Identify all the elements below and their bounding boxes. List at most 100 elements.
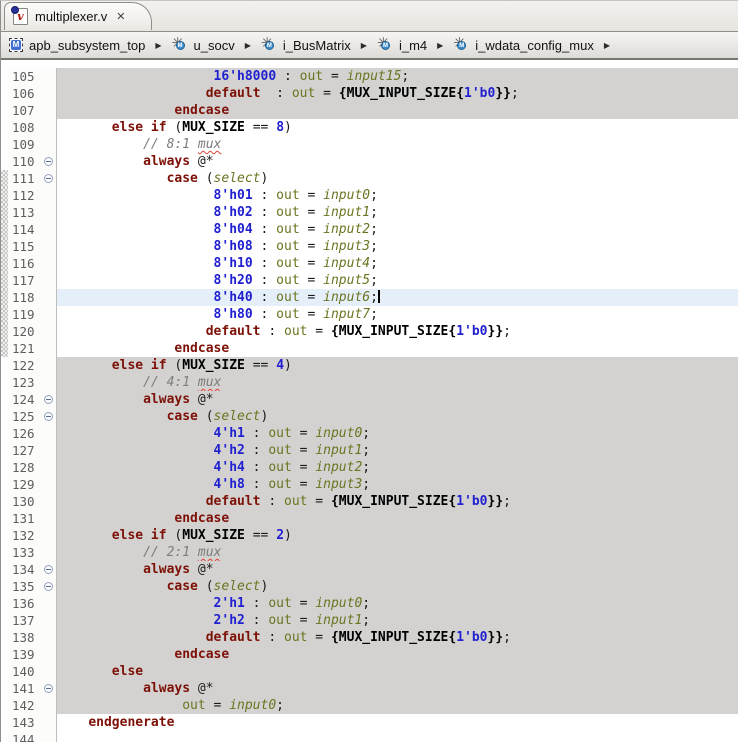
breadcrumb-arrow-icon[interactable]: ▶ [361, 41, 367, 50]
line-number[interactable]: 122 [8, 357, 44, 374]
code-line[interactable]: 112 8'h01 : out = input0; [1, 187, 738, 204]
line-number[interactable]: 121 [8, 340, 44, 357]
code-line[interactable]: 132 else if (MUX_SIZE == 2) [1, 527, 738, 544]
line-number[interactable]: 129 [8, 476, 44, 493]
line-number[interactable]: 109 [8, 136, 44, 153]
code-line[interactable]: 111 case (select) [1, 170, 738, 187]
code-line[interactable]: 106 default : out = {MUX_INPUT_SIZE{1'b0… [1, 85, 738, 102]
code-line[interactable]: 114 8'h04 : out = input2; [1, 221, 738, 238]
breadcrumb-arrow-icon[interactable]: ▶ [245, 41, 251, 50]
line-number[interactable]: 140 [8, 663, 44, 680]
code-line[interactable]: 130 default : out = {MUX_INPUT_SIZE{1'b0… [1, 493, 738, 510]
line-number[interactable]: 137 [8, 612, 44, 629]
breadcrumb-arrow-icon[interactable]: ▶ [604, 41, 610, 50]
code-line[interactable]: 117 8'h20 : out = input5; [1, 272, 738, 289]
line-number[interactable]: 106 [8, 85, 44, 102]
fold-collapse-icon[interactable] [44, 684, 53, 693]
code-line[interactable]: 113 8'h02 : out = input1; [1, 204, 738, 221]
code-line[interactable]: 110 always @* [1, 153, 738, 170]
line-number[interactable]: 111 [8, 170, 44, 187]
fold-collapse-icon[interactable] [44, 582, 53, 591]
code-line[interactable]: 143 endgenerate [1, 714, 738, 731]
code-line[interactable]: 129 4'h8 : out = input3; [1, 476, 738, 493]
code-line[interactable]: 120 default : out = {MUX_INPUT_SIZE{1'b0… [1, 323, 738, 340]
line-number[interactable]: 143 [8, 714, 44, 731]
line-number[interactable]: 135 [8, 578, 44, 595]
code-line[interactable]: 140 else [1, 663, 738, 680]
code-line[interactable]: 126 4'h1 : out = input0; [1, 425, 738, 442]
line-number[interactable]: 127 [8, 442, 44, 459]
line-number[interactable]: 132 [8, 527, 44, 544]
breadcrumb-item-i_wdata_config_mux[interactable]: ✳M i_wdata_config_mux [453, 36, 594, 53]
code-line[interactable]: 118 8'h40 : out = input6; [1, 289, 738, 306]
fold-collapse-icon[interactable] [44, 565, 53, 574]
breadcrumb-arrow-icon[interactable]: ▶ [437, 41, 443, 50]
code-line[interactable]: 134 always @* [1, 561, 738, 578]
code-token: : [252, 290, 277, 305]
line-number[interactable]: 119 [8, 306, 44, 323]
line-number[interactable]: 131 [8, 510, 44, 527]
fold-collapse-icon[interactable] [44, 174, 53, 183]
code-line[interactable]: 137 2'h2 : out = input1; [1, 612, 738, 629]
line-number[interactable]: 128 [8, 459, 44, 476]
line-number[interactable]: 139 [8, 646, 44, 663]
line-number[interactable]: 130 [8, 493, 44, 510]
editor-tab-multiplexer[interactable]: v multiplexer.v ✕ [4, 2, 153, 30]
code-line[interactable]: 131 endcase [1, 510, 738, 527]
code-line[interactable]: 139 endcase [1, 646, 738, 663]
code-line[interactable]: 124 always @* [1, 391, 738, 408]
breadcrumb-item-apb_subsystem_top[interactable]: Mapb_subsystem_top [9, 38, 145, 53]
breadcrumb-item-u_socv[interactable]: ✳M u_socv [172, 36, 235, 53]
code-line[interactable]: 116 8'h10 : out = input4; [1, 255, 738, 272]
line-number[interactable]: 142 [8, 697, 44, 714]
breadcrumb-item-i_BusMatrix[interactable]: ✳M i_BusMatrix [261, 36, 351, 53]
code-line[interactable]: 125 case (select) [1, 408, 738, 425]
fold-collapse-icon[interactable] [44, 157, 53, 166]
code-line[interactable]: 122 else if (MUX_SIZE == 4) [1, 357, 738, 374]
code-line[interactable]: 135 case (select) [1, 578, 738, 595]
code-line[interactable]: 123 // 4:1 mux [1, 374, 738, 391]
code-line[interactable]: 109 // 8:1 mux [1, 136, 738, 153]
breadcrumb-item-i_m4[interactable]: ✳M i_m4 [377, 36, 427, 53]
code-line[interactable]: 141 always @* [1, 680, 738, 697]
line-number[interactable]: 138 [8, 629, 44, 646]
line-number[interactable]: 144 [8, 731, 44, 742]
line-number[interactable]: 134 [8, 561, 44, 578]
line-number[interactable]: 116 [8, 255, 44, 272]
code-line[interactable]: 105 16'h8000 : out = input15; [1, 68, 738, 85]
line-number[interactable]: 114 [8, 221, 44, 238]
line-number[interactable]: 125 [8, 408, 44, 425]
code-line[interactable]: 142 out = input0; [1, 697, 738, 714]
code-line[interactable]: 136 2'h1 : out = input0; [1, 595, 738, 612]
line-number[interactable]: 141 [8, 680, 44, 697]
line-number[interactable]: 110 [8, 153, 44, 170]
code-line[interactable]: 128 4'h4 : out = input2; [1, 459, 738, 476]
code-line[interactable]: 127 4'h2 : out = input1; [1, 442, 738, 459]
line-number[interactable]: 113 [8, 204, 44, 221]
line-number[interactable]: 123 [8, 374, 44, 391]
breadcrumb-arrow-icon[interactable]: ▶ [155, 41, 161, 50]
code-line[interactable]: 144 [1, 731, 738, 742]
line-number[interactable]: 107 [8, 102, 44, 119]
tab-close-icon[interactable]: ✕ [114, 10, 127, 23]
line-number[interactable]: 105 [8, 68, 44, 85]
line-number[interactable]: 112 [8, 187, 44, 204]
code-line[interactable]: 119 8'h80 : out = input7; [1, 306, 738, 323]
fold-collapse-icon[interactable] [44, 395, 53, 404]
line-number[interactable]: 115 [8, 238, 44, 255]
line-number[interactable]: 133 [8, 544, 44, 561]
code-line[interactable]: 107 endcase [1, 102, 738, 119]
line-number[interactable]: 120 [8, 323, 44, 340]
code-line[interactable]: 138 default : out = {MUX_INPUT_SIZE{1'b0… [1, 629, 738, 646]
code-line[interactable]: 108 else if (MUX_SIZE == 8) [1, 119, 738, 136]
code-line[interactable]: 133 // 2:1 mux [1, 544, 738, 561]
line-number[interactable]: 124 [8, 391, 44, 408]
line-number[interactable]: 117 [8, 272, 44, 289]
fold-collapse-icon[interactable] [44, 412, 53, 421]
line-number[interactable]: 118 [8, 289, 44, 306]
line-number[interactable]: 108 [8, 119, 44, 136]
code-line[interactable]: 115 8'h08 : out = input3; [1, 238, 738, 255]
line-number[interactable]: 126 [8, 425, 44, 442]
line-number[interactable]: 136 [8, 595, 44, 612]
code-line[interactable]: 121 endcase [1, 340, 738, 357]
